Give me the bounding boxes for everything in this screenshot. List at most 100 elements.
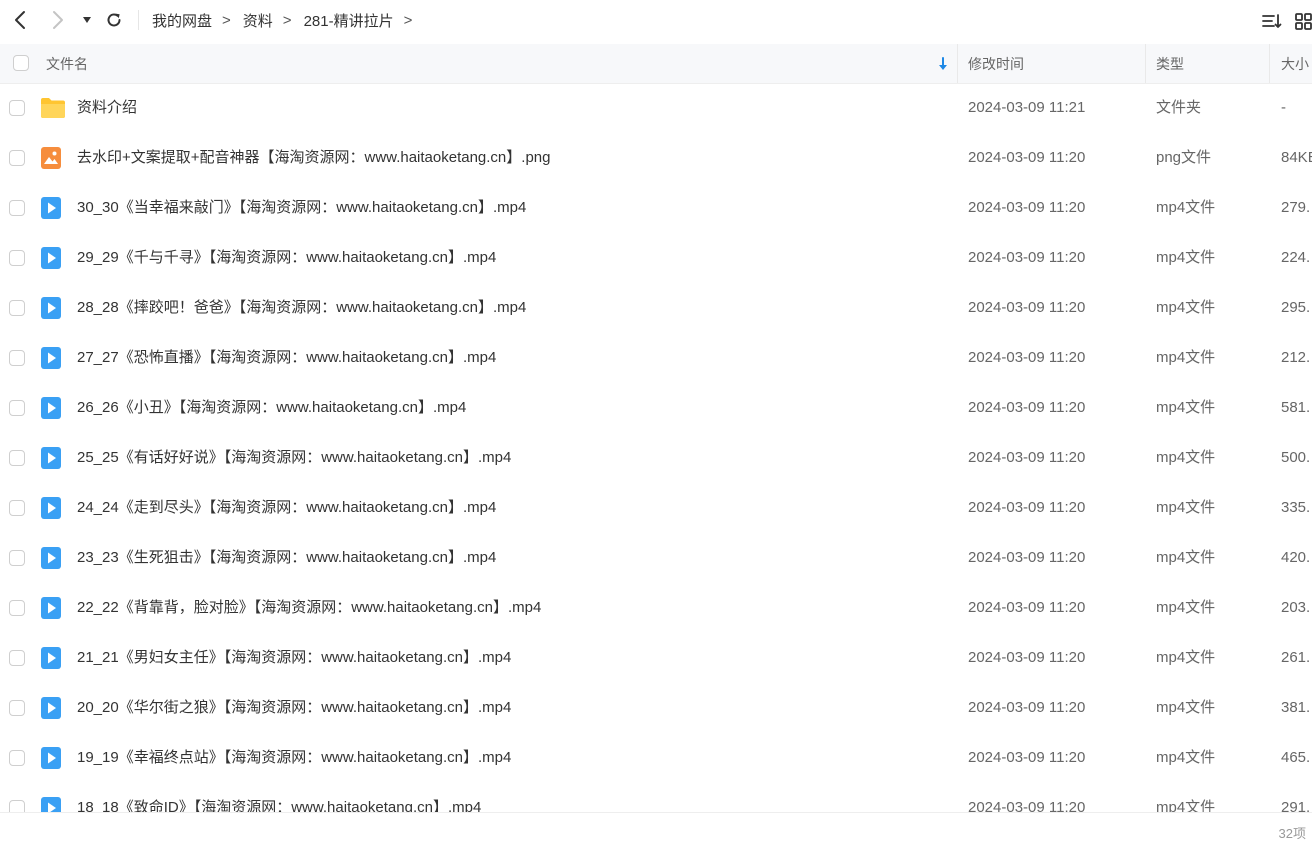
row-checkbox[interactable] — [9, 350, 25, 366]
row-checkbox[interactable] — [9, 500, 25, 516]
folder-icon — [40, 96, 65, 120]
file-type: mp4文件 — [1156, 299, 1216, 316]
file-name[interactable]: 26_26《小丑》【海淘资源网：www.haitaoketang.cn】.mp4 — [77, 383, 466, 433]
file-size: 261. — [1281, 649, 1311, 666]
file-size: 212. — [1281, 349, 1311, 366]
breadcrumb-item-current-folder[interactable]: 281-精讲拉片 — [304, 10, 394, 31]
file-name[interactable]: 27_27《恐怖直播》【海淘资源网：www.haitaoketang.cn】.m… — [77, 333, 496, 383]
file-type: mp4文件 — [1156, 249, 1216, 266]
refresh-button[interactable] — [102, 8, 126, 32]
toolbar: 我的网盘 > 资料 > 281-精讲拉片 > — [0, 0, 1312, 40]
sort-direction-button[interactable] — [936, 44, 950, 83]
file-row[interactable]: 18_18《致命ID》【海淘资源网：www.haitaoketang.cn】.m… — [0, 783, 1312, 812]
file-name[interactable]: 资料介绍 — [77, 83, 137, 133]
file-modified-time: 2024-03-09 11:20 — [968, 499, 1086, 516]
row-checkbox[interactable] — [9, 300, 25, 316]
file-name[interactable]: 25_25《有话好好说》【海淘资源网：www.haitaoketang.cn】.… — [77, 433, 511, 483]
file-type: mp4文件 — [1156, 799, 1216, 812]
breadcrumb: 我的网盘 > 资料 > 281-精讲拉片 > — [152, 8, 424, 32]
video-file-icon — [40, 796, 62, 812]
row-checkbox[interactable] — [9, 250, 25, 266]
row-checkbox[interactable] — [9, 100, 25, 116]
file-row[interactable]: 19_19《幸福终点站》【海淘资源网：www.haitaoketang.cn】.… — [0, 733, 1312, 783]
file-type: mp4文件 — [1156, 599, 1216, 616]
column-header-name[interactable]: 文件名 — [46, 44, 88, 83]
file-row[interactable]: 21_21《男妇女主任》【海淘资源网：www.haitaoketang.cn】.… — [0, 633, 1312, 683]
sort-down-arrow-icon — [939, 56, 947, 70]
sort-icon — [1262, 14, 1282, 28]
file-type: mp4文件 — [1156, 549, 1216, 566]
file-name[interactable]: 19_19《幸福终点站》【海淘资源网：www.haitaoketang.cn】.… — [77, 733, 511, 783]
forward-button[interactable] — [46, 8, 70, 32]
status-bar: 32项 — [0, 812, 1312, 848]
grid-view-icon — [1295, 13, 1312, 30]
select-all-checkbox[interactable] — [13, 55, 29, 71]
column-header-type[interactable]: 类型 — [1156, 44, 1184, 83]
column-header-modified[interactable]: 修改时间 — [968, 44, 1024, 83]
file-row[interactable]: 25_25《有话好好说》【海淘资源网：www.haitaoketang.cn】.… — [0, 433, 1312, 483]
toolbar-divider — [138, 10, 139, 30]
file-name[interactable]: 18_18《致命ID》【海淘资源网：www.haitaoketang.cn】.m… — [77, 783, 481, 812]
row-checkbox[interactable] — [9, 400, 25, 416]
file-row[interactable]: 去水印+文案提取+配音神器【海淘资源网：www.haitaoketang.cn】… — [0, 133, 1312, 183]
file-modified-time: 2024-03-09 11:20 — [968, 799, 1086, 812]
sort-button[interactable] — [1260, 9, 1284, 33]
row-checkbox[interactable] — [9, 650, 25, 666]
video-file-icon — [40, 546, 62, 570]
file-row[interactable]: 27_27《恐怖直播》【海淘资源网：www.haitaoketang.cn】.m… — [0, 333, 1312, 383]
file-row[interactable]: 28_28《摔跤吧！爸爸》【海淘资源网：www.haitaoketang.cn】… — [0, 283, 1312, 333]
file-name[interactable]: 23_23《生死狙击》【海淘资源网：www.haitaoketang.cn】.m… — [77, 533, 496, 583]
file-size: 381. — [1281, 699, 1311, 716]
column-header-size[interactable]: 大小 — [1281, 44, 1309, 83]
file-row[interactable]: 20_20《华尔街之狼》【海淘资源网：www.haitaoketang.cn】.… — [0, 683, 1312, 733]
video-file-icon — [40, 296, 62, 320]
file-row[interactable]: 资料介绍 2024-03-09 11:21 文件夹 - — [0, 83, 1312, 133]
column-divider[interactable] — [1269, 44, 1270, 83]
row-checkbox[interactable] — [9, 450, 25, 466]
file-modified-time: 2024-03-09 11:20 — [968, 749, 1086, 766]
row-checkbox[interactable] — [9, 600, 25, 616]
file-type: mp4文件 — [1156, 699, 1216, 716]
file-name[interactable]: 24_24《走到尽头》【海淘资源网：www.haitaoketang.cn】.m… — [77, 483, 496, 533]
file-name[interactable]: 20_20《华尔街之狼》【海淘资源网：www.haitaoketang.cn】.… — [77, 683, 511, 733]
file-name[interactable]: 21_21《男妇女主任》【海淘资源网：www.haitaoketang.cn】.… — [77, 633, 511, 683]
row-checkbox[interactable] — [9, 700, 25, 716]
file-modified-time: 2024-03-09 11:20 — [968, 249, 1086, 266]
file-name[interactable]: 22_22《背靠背，脸对脸》【海淘资源网：www.haitaoketang.cn… — [77, 583, 541, 633]
file-size: 291. — [1281, 799, 1311, 812]
row-checkbox[interactable] — [9, 550, 25, 566]
file-name[interactable]: 28_28《摔跤吧！爸爸》【海淘资源网：www.haitaoketang.cn】… — [77, 283, 526, 333]
file-type: mp4文件 — [1156, 649, 1216, 666]
file-list-header: 文件名 修改时间 类型 大小 — [0, 44, 1312, 84]
file-row[interactable]: 22_22《背靠背，脸对脸》【海淘资源网：www.haitaoketang.cn… — [0, 583, 1312, 633]
file-type: png文件 — [1156, 149, 1212, 166]
file-row[interactable]: 29_29《千与千寻》【海淘资源网：www.haitaoketang.cn】.m… — [0, 233, 1312, 283]
back-button[interactable] — [8, 8, 32, 32]
column-divider[interactable] — [957, 44, 958, 83]
file-row[interactable]: 30_30《当幸福来敲门》【海淘资源网：www.haitaoketang.cn】… — [0, 183, 1312, 233]
file-size: 581. — [1281, 399, 1311, 416]
dropdown-icon — [83, 17, 91, 23]
breadcrumb-item-materials[interactable]: 资料 — [243, 10, 273, 31]
row-checkbox[interactable] — [9, 150, 25, 166]
file-type: mp4文件 — [1156, 399, 1216, 416]
file-size: 84KB — [1281, 149, 1312, 166]
file-name[interactable]: 去水印+文案提取+配音神器【海淘资源网：www.haitaoketang.cn】… — [77, 133, 550, 183]
file-name[interactable]: 29_29《千与千寻》【海淘资源网：www.haitaoketang.cn】.m… — [77, 233, 496, 283]
file-modified-time: 2024-03-09 11:20 — [968, 299, 1086, 316]
video-file-icon — [40, 596, 62, 620]
file-row[interactable]: 26_26《小丑》【海淘资源网：www.haitaoketang.cn】.mp4… — [0, 383, 1312, 433]
item-count: 32项 — [1278, 826, 1306, 841]
row-checkbox[interactable] — [9, 200, 25, 216]
video-file-icon — [40, 646, 62, 670]
breadcrumb-item-my-drive[interactable]: 我的网盘 — [152, 10, 212, 31]
grid-view-button[interactable] — [1294, 9, 1312, 33]
column-divider[interactable] — [1145, 44, 1146, 83]
row-checkbox[interactable] — [9, 800, 25, 812]
row-checkbox[interactable] — [9, 750, 25, 766]
file-row[interactable]: 24_24《走到尽头》【海淘资源网：www.haitaoketang.cn】.m… — [0, 483, 1312, 533]
file-name[interactable]: 30_30《当幸福来敲门》【海淘资源网：www.haitaoketang.cn】… — [77, 183, 526, 233]
history-dropdown-button[interactable] — [78, 10, 96, 30]
file-row[interactable]: 23_23《生死狙击》【海淘资源网：www.haitaoketang.cn】.m… — [0, 533, 1312, 583]
file-size: 224. — [1281, 249, 1311, 266]
